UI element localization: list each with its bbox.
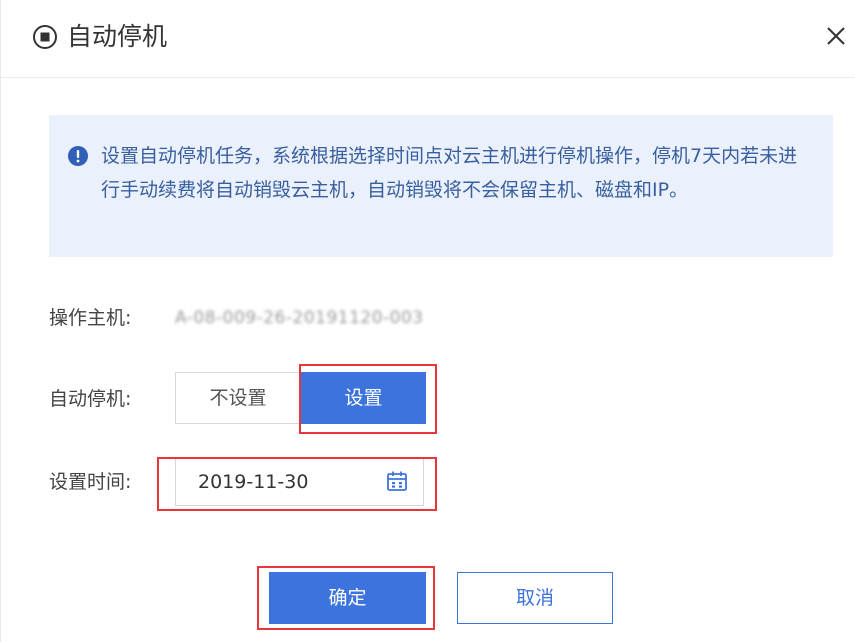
confirm-button[interactable]: 确定	[269, 572, 426, 624]
notice-box: 设置自动停机任务，系统根据选择时间点对云主机进行停机操作，停机7天内若未进行手动…	[49, 115, 833, 257]
auto-stop-option-off[interactable]: 不设置	[175, 372, 301, 424]
auto-stop-dialog: 自动停机 设置自动停机任务，系统根据选择时间点对云主机进行停机操作，停机7天内若…	[0, 0, 855, 642]
date-input[interactable]: 2019-11-30	[175, 458, 424, 506]
info-circle-icon	[68, 146, 88, 166]
time-label: 设置时间:	[49, 471, 132, 493]
date-value: 2019-11-30	[198, 471, 309, 493]
notice-text: 设置自动停机任务，系统根据选择时间点对云主机进行停机操作，停机7天内若未进行手动…	[101, 145, 798, 201]
auto-stop-label: 自动停机:	[49, 388, 132, 410]
dialog-title: 自动停机	[67, 22, 168, 51]
cancel-button[interactable]: 取消	[457, 572, 613, 624]
calendar-icon[interactable]	[385, 469, 409, 493]
host-label: 操作主机:	[49, 307, 132, 329]
auto-stop-option-on[interactable]: 设置	[301, 372, 426, 424]
close-icon[interactable]	[823, 23, 849, 49]
host-value: A-08-009-26-20191120-003	[175, 308, 424, 328]
stop-circle-icon	[33, 25, 57, 49]
dialog-header: 自动停机	[1, 0, 855, 78]
